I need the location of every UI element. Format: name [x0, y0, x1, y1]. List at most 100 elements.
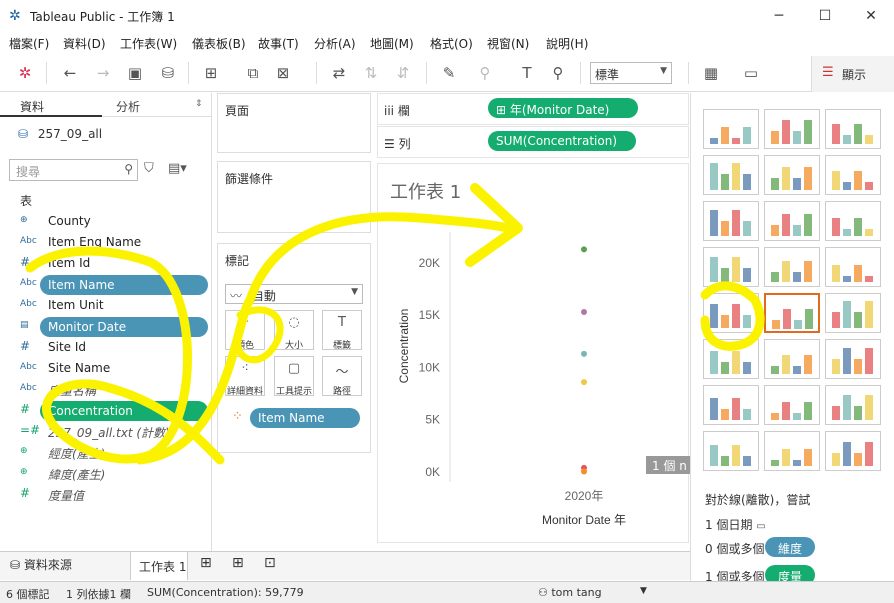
- scatter-chart[interactable]: 0K 5K 10K 15K 20K Concentration 2020年 Monitor D…: [378, 164, 690, 544]
- field-item[interactable]: ▤ Monitor Date: [0, 317, 211, 337]
- field-pill[interactable]: Monitor Date: [40, 317, 208, 337]
- new-worksheet-tab-icon[interactable]: ⊞: [200, 555, 212, 571]
- null-indicator[interactable]: 1 個 n: [646, 456, 690, 474]
- menu-file[interactable]: 檔案(F): [9, 35, 49, 52]
- chart-type-thumbnail[interactable]: [764, 431, 820, 471]
- menu-analysis[interactable]: 分析(A): [314, 35, 356, 52]
- menu-data[interactable]: 資料(D): [63, 35, 106, 52]
- chart-type-thumbnail[interactable]: [825, 247, 881, 287]
- path-button[interactable]: 〜 路徑: [322, 356, 362, 397]
- pages-card[interactable]: 頁面: [217, 93, 371, 153]
- menu-dashboard[interactable]: 儀表板(B): [192, 35, 246, 52]
- chart-type-thumbnail[interactable]: [825, 155, 881, 195]
- close-button[interactable]: ✕: [848, 0, 894, 32]
- maximize-button[interactable]: ☐: [802, 0, 848, 32]
- new-datasource-icon[interactable]: ⛁: [155, 61, 181, 85]
- redo-icon[interactable]: →: [90, 61, 116, 85]
- duplicate-sheet-icon[interactable]: ⧉: [240, 61, 266, 85]
- data-point[interactable]: [581, 350, 587, 357]
- chart-type-thumbnail[interactable]: [825, 293, 881, 333]
- chart-type-thumbnail[interactable]: [703, 201, 759, 241]
- data-point[interactable]: [581, 468, 587, 475]
- viz-area[interactable]: 工作表 1 0K 5K 10K 15K 20K Concentration 2020年 Mon…: [377, 163, 690, 544]
- field-item[interactable]: ⊕ 經度(產生): [0, 443, 211, 463]
- field-pill[interactable]: Item Name: [40, 275, 208, 295]
- show-mark-labels-icon[interactable]: T: [514, 61, 540, 85]
- filter-icon[interactable]: ⛉: [144, 161, 154, 176]
- undo-icon[interactable]: ←: [57, 61, 83, 85]
- chart-type-thumbnail[interactable]: [825, 385, 881, 425]
- clear-sheet-icon[interactable]: ⊠: [270, 61, 296, 85]
- field-item[interactable]: Abc Site Name: [0, 359, 211, 379]
- datasource-name[interactable]: ⛁ 257_09_all: [18, 127, 102, 141]
- chart-type-thumbnail[interactable]: [764, 385, 820, 425]
- chart-type-thumbnail[interactable]: [764, 293, 820, 333]
- pin-axes-icon[interactable]: ⚲: [545, 61, 571, 85]
- rows-measure-pill[interactable]: SUM(Concentration): [488, 131, 636, 151]
- fit-dropdown[interactable]: 標準 ▼: [590, 62, 672, 84]
- tab-data[interactable]: 資料: [0, 93, 102, 117]
- swap-rows-columns-icon[interactable]: ⇄: [326, 61, 352, 85]
- field-item[interactable]: =# 257_09_all.txt (計數): [0, 422, 211, 442]
- sort-ascending-icon[interactable]: ⇅: [358, 61, 384, 85]
- data-point[interactable]: [581, 379, 587, 386]
- chart-type-thumbnail[interactable]: [764, 339, 820, 379]
- field-item[interactable]: Abc 度量名稱: [0, 380, 211, 400]
- field-item[interactable]: Abc Item Eng Name: [0, 233, 211, 253]
- show-labels-cards-icon[interactable]: ▦: [698, 61, 724, 85]
- view-options-icon[interactable]: ▤▾: [168, 161, 187, 176]
- show-me-button[interactable]: ☰ 顯示: [811, 56, 894, 92]
- data-point[interactable]: [581, 309, 587, 316]
- highlight-icon[interactable]: ✎: [436, 61, 462, 85]
- color-button[interactable]: ⁘ 顏色: [225, 310, 265, 351]
- new-story-tab-icon[interactable]: ⊡: [264, 555, 276, 571]
- tooltip-button[interactable]: ▢ 工具提示: [274, 356, 314, 397]
- detail-button[interactable]: ⁖ 詳細資料: [225, 356, 265, 397]
- color-item-name-pill[interactable]: Item Name: [250, 408, 360, 428]
- menu-format[interactable]: 格式(O): [430, 35, 473, 52]
- save-icon[interactable]: ▣: [122, 61, 148, 85]
- menu-story[interactable]: 故事(T): [258, 35, 299, 52]
- chart-type-thumbnail[interactable]: [703, 339, 759, 379]
- menu-help[interactable]: 說明(H): [546, 35, 588, 52]
- datasource-tab[interactable]: ⛁ 資料來源: [10, 556, 72, 573]
- chart-type-thumbnail[interactable]: [764, 247, 820, 287]
- field-item[interactable]: Abc Item Name: [0, 275, 211, 295]
- size-button[interactable]: ◌ 大小: [274, 310, 314, 351]
- chart-type-thumbnail[interactable]: [825, 431, 881, 471]
- field-item[interactable]: # 度量值: [0, 485, 211, 505]
- chart-type-thumbnail[interactable]: [764, 155, 820, 195]
- filters-card[interactable]: 篩選條件: [217, 161, 371, 233]
- sheet-tab-1[interactable]: 工作表 1: [130, 552, 188, 580]
- chart-type-thumbnail[interactable]: [764, 201, 820, 241]
- columns-shelf[interactable]: iii 欄 ⊞ 年(Monitor Date): [377, 93, 689, 125]
- field-item[interactable]: ⊕ County: [0, 212, 211, 232]
- chevron-down-icon[interactable]: ▼: [640, 586, 647, 596]
- new-dashboard-tab-icon[interactable]: ⊞: [232, 555, 244, 571]
- field-item[interactable]: # Site Id: [0, 338, 211, 358]
- label-button[interactable]: T 標籤: [322, 310, 362, 351]
- chart-type-thumbnail[interactable]: [703, 155, 759, 195]
- tab-arrows-icon[interactable]: ⇕: [195, 99, 203, 109]
- field-search-input[interactable]: 搜尋 ⚲: [9, 159, 138, 181]
- x-axis-label[interactable]: Monitor Date 年: [542, 513, 626, 527]
- tab-analysis[interactable]: 分析: [104, 93, 204, 117]
- chart-type-thumbnail[interactable]: [764, 109, 820, 149]
- chart-type-thumbnail[interactable]: [703, 247, 759, 287]
- chart-type-thumbnail[interactable]: [703, 431, 759, 471]
- chart-type-thumbnail[interactable]: [703, 293, 759, 333]
- data-point[interactable]: [581, 246, 587, 253]
- field-item[interactable]: # Item Id: [0, 254, 211, 274]
- chart-type-thumbnail[interactable]: [825, 201, 881, 241]
- menu-worksheet[interactable]: 工作表(W): [120, 35, 177, 52]
- chart-type-thumbnail[interactable]: [703, 109, 759, 149]
- field-item[interactable]: Abc Item Unit: [0, 296, 211, 316]
- presentation-mode-icon[interactable]: ▭: [738, 61, 764, 85]
- new-worksheet-icon[interactable]: ⊞: [198, 61, 224, 85]
- y-axis-label[interactable]: Concentration: [397, 309, 411, 384]
- user-menu[interactable]: ⚇ tom tang: [538, 586, 602, 599]
- tableau-home-icon[interactable]: ✲: [12, 61, 38, 85]
- menu-window[interactable]: 視窗(N): [487, 35, 529, 52]
- mark-type-dropdown[interactable]: 〰 自動 ▼: [225, 284, 363, 304]
- field-item[interactable]: ⊕ 緯度(產生): [0, 464, 211, 484]
